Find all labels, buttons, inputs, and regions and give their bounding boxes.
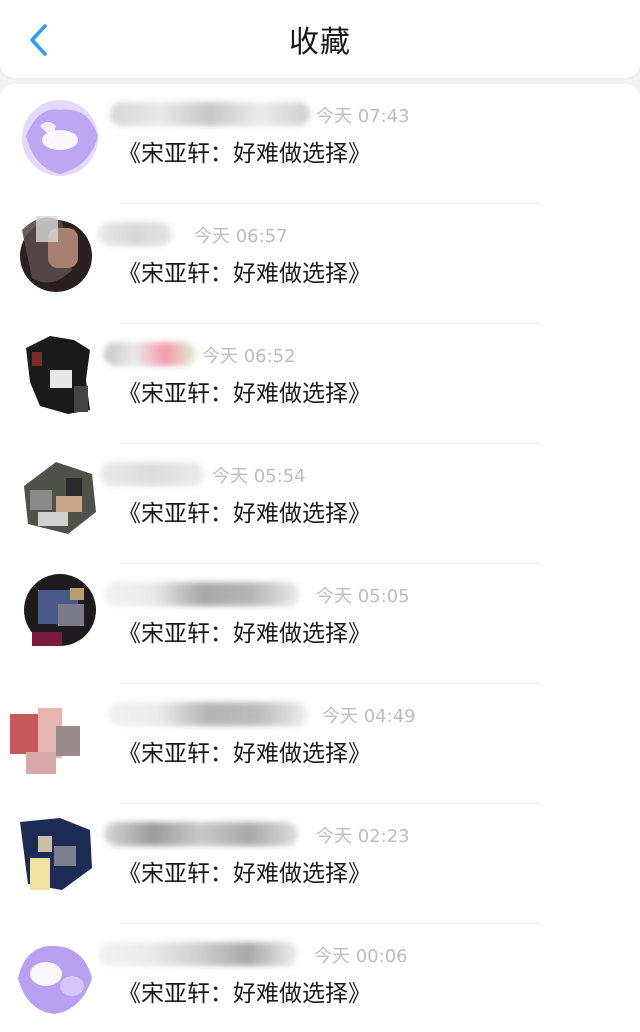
timestamp: 今天 05:54 xyxy=(212,466,306,487)
message-text: 《宋亚轩：好难做选择》 xyxy=(118,981,371,1007)
name-redacted xyxy=(100,462,204,486)
page-title: 收藏 xyxy=(289,25,351,60)
message-text: 《宋亚轩：好难做选择》 xyxy=(118,621,371,647)
message-text: 《宋亚轩：好难做选择》 xyxy=(118,141,371,167)
name-redacted xyxy=(110,102,310,126)
list-item[interactable]: 今天 07:43 《宋亚轩：好难做选择》 xyxy=(0,84,640,204)
timestamp: 今天 02:23 xyxy=(316,826,410,847)
name-redacted xyxy=(98,222,172,246)
list-item[interactable]: 今天 04:49 《宋亚轩：好难做选择》 xyxy=(0,684,640,804)
avatar xyxy=(10,818,92,890)
name-redacted xyxy=(108,702,308,726)
timestamp: 今天 04:49 xyxy=(322,706,416,727)
message-text: 《宋亚轩：好难做选择》 xyxy=(118,501,371,527)
message-text: 《宋亚轩：好难做选择》 xyxy=(118,261,371,287)
favorites-list: 今天 07:43 《宋亚轩：好难做选择》 今天 06:57 《宋亚轩：好难做选择… xyxy=(0,84,640,1032)
list-item[interactable]: 今天 06:52 《宋亚轩：好难做选择》 xyxy=(0,324,640,444)
avatar xyxy=(24,574,96,646)
avatar xyxy=(26,336,90,414)
favorites-screen: 收藏 今天 07:43 《宋亚轩：好难做选择》 今天 06:57 《宋亚轩：好难… xyxy=(0,0,640,1032)
name-redacted xyxy=(104,822,298,846)
timestamp: 今天 00:06 xyxy=(314,946,408,967)
avatar xyxy=(24,462,96,534)
message-text: 《宋亚轩：好难做选择》 xyxy=(118,861,371,887)
name-redacted xyxy=(104,342,196,366)
list-item[interactable]: 今天 05:05 《宋亚轩：好难做选择》 xyxy=(0,564,640,684)
list-item[interactable]: 今天 06:57 《宋亚轩：好难做选择》 xyxy=(0,204,640,324)
list-item[interactable]: 今天 05:54 《宋亚轩：好难做选择》 xyxy=(0,444,640,564)
avatar xyxy=(22,100,98,176)
timestamp: 今天 06:57 xyxy=(194,226,288,247)
timestamp: 今天 05:05 xyxy=(316,586,410,607)
message-text: 《宋亚轩：好难做选择》 xyxy=(118,741,371,767)
timestamp: 今天 06:52 xyxy=(202,346,296,367)
name-redacted xyxy=(98,942,298,966)
avatar xyxy=(20,216,92,292)
navigation-bar: 收藏 xyxy=(0,0,640,78)
timestamp: 今天 07:43 xyxy=(316,106,410,127)
list-item[interactable]: 今天 00:06 《宋亚轩：好难做选择》 xyxy=(0,924,640,1032)
name-redacted xyxy=(104,582,300,606)
list-item[interactable]: 今天 02:23 《宋亚轩：好难做选择》 xyxy=(0,804,640,924)
avatar xyxy=(18,945,92,1014)
message-text: 《宋亚轩：好难做选择》 xyxy=(118,381,371,407)
avatar xyxy=(10,708,80,774)
